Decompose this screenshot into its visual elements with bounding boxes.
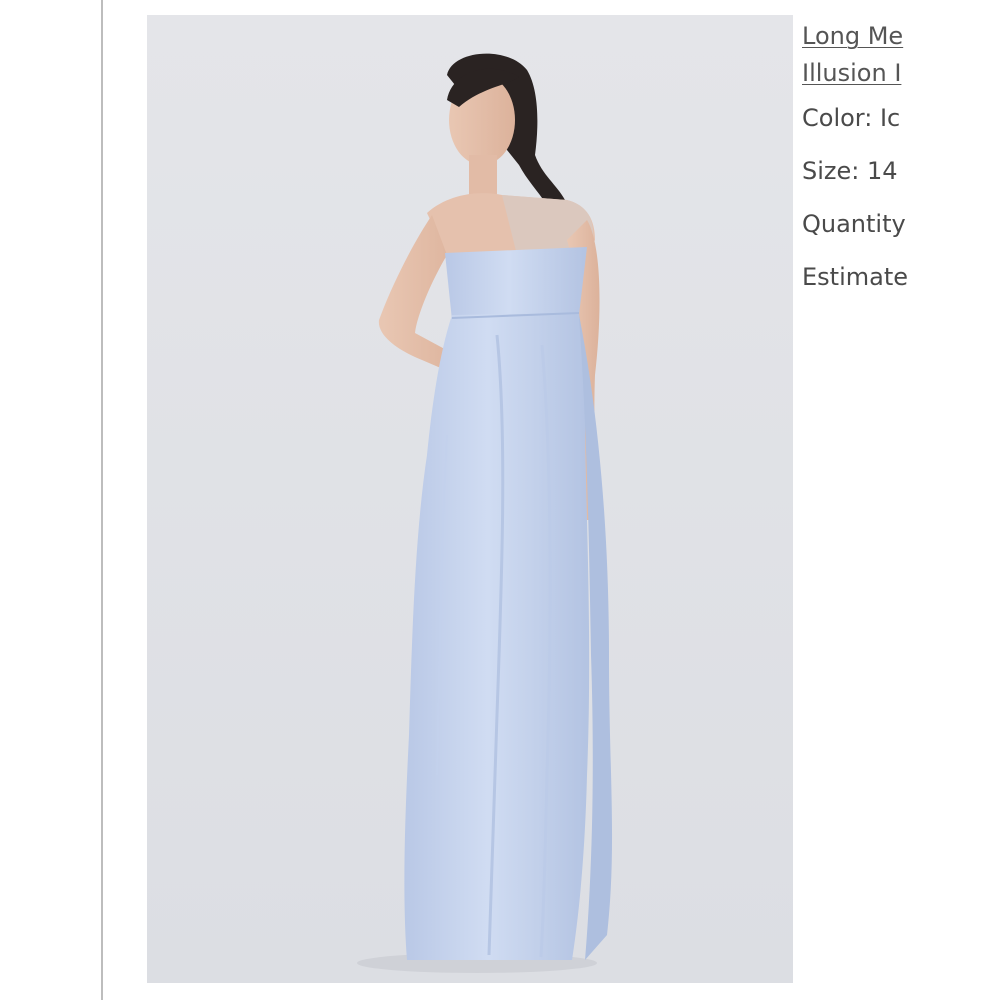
listing-page: Long Me Illusion I Color: Ic Size: 14 Qu… [0,0,1000,1000]
color-detail: Color: Ic [802,104,901,132]
dress-illustration [147,15,793,983]
product-details-panel: Long Me Illusion I Color: Ic Size: 14 Qu… [802,18,1000,318]
content-divider [101,0,103,1000]
product-title-link-line2[interactable]: Illusion I [802,55,903,92]
left-gutter [0,0,101,1000]
quantity-detail: Quantity [802,210,906,238]
product-title-link-line1[interactable]: Long Me [802,18,903,55]
size-detail: Size: 14 [802,157,898,185]
estimate-detail: Estimate [802,263,909,291]
product-photo[interactable] [147,15,793,983]
product-title-block: Long Me Illusion I [802,18,903,92]
